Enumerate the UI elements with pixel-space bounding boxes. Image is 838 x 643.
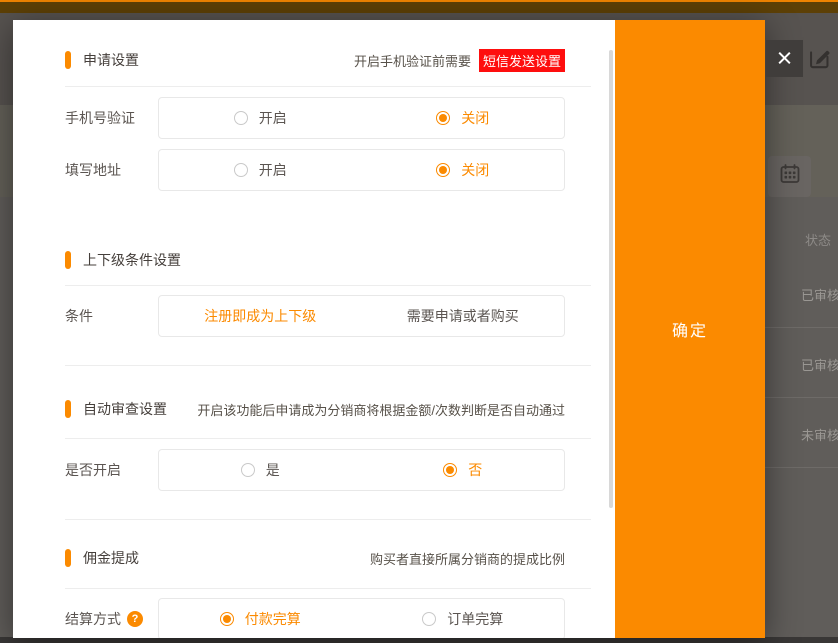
radio-selected-icon (436, 163, 450, 177)
radio-option-settle-on-payment[interactable]: 付款完算 (159, 599, 362, 638)
radio-option-on[interactable]: 开启 (159, 150, 362, 190)
help-icon[interactable]: ? (127, 611, 143, 627)
field-label: 手机号验证 (65, 108, 158, 128)
section-header-hierarchy-condition: 上下级条件设置 (65, 250, 565, 270)
radio-option-yes[interactable]: 是 (159, 450, 362, 490)
radio-icon (241, 463, 255, 477)
section-divider (65, 438, 591, 439)
field-label: 填写地址 (65, 160, 158, 180)
section-header-auto-review: 自动审查设置 开启该功能后申请成为分销商将根据金额/次数判断是否自动通过 (65, 399, 565, 419)
section-title: 上下级条件设置 (83, 250, 181, 270)
field-label: 条件 (65, 306, 158, 326)
option-label: 付款完算 (245, 609, 301, 629)
form-row-phone-verify: 手机号验证 开启 关闭 (65, 97, 565, 139)
field-label: 结算方式 (65, 609, 121, 629)
section-divider (65, 588, 591, 589)
form-row-fill-address: 填写地址 开启 关闭 (65, 149, 565, 191)
status-badge: 未审核 (801, 425, 838, 444)
scrollbar-thumb[interactable] (609, 50, 613, 508)
close-icon: × (777, 45, 793, 72)
background-header-strip (0, 2, 838, 13)
date-picker-button[interactable] (768, 156, 811, 197)
screen: 状态 :03 已审核 :31 已审核 :48 未审核 申请设置 开启手机验证前需… (0, 0, 838, 643)
radio-icon (422, 612, 436, 626)
option-label: 开启 (259, 108, 287, 128)
radio-selected-icon (220, 612, 234, 626)
section-marker-icon (65, 549, 71, 567)
form-row-auto-review-enable: 是否开启 是 否 (65, 449, 565, 491)
status-column-header: 状态 (805, 230, 831, 249)
option-label: 关闭 (461, 160, 489, 180)
edit-icon (806, 44, 833, 71)
calendar-icon (778, 162, 802, 191)
option-group-condition: 注册即成为上下级 需要申请或者购买 (158, 295, 565, 337)
radio-icon (234, 163, 248, 177)
section-note: 开启手机验证前需要 (354, 51, 471, 70)
radio-option-off[interactable]: 关闭 (362, 98, 565, 138)
form-row-settlement-method: 结算方式 ? 付款完算 订单完算 (65, 598, 565, 638)
confirm-button[interactable]: 确定 (615, 20, 765, 638)
form-row-condition: 条件 注册即成为上下级 需要申请或者购买 (65, 295, 565, 337)
section-divider (65, 285, 591, 286)
section-note: 购买者直接所属分销商的提成比例 (370, 549, 565, 568)
status-badge: 已审核 (801, 285, 838, 304)
radio-selected-icon (443, 463, 457, 477)
section-marker-icon (65, 251, 71, 269)
status-badge: 已审核 (801, 355, 838, 374)
field-label: 是否开启 (65, 460, 158, 480)
radio-option-on[interactable]: 开启 (159, 98, 362, 138)
settings-form: 申请设置 开启手机验证前需要 短信发送设置 手机号验证 开启 (13, 20, 615, 638)
option-label: 是 (266, 460, 280, 480)
section-title: 自动审查设置 (83, 399, 167, 419)
radio-group-fill-address: 开启 关闭 (158, 149, 565, 191)
radio-icon (234, 111, 248, 125)
option-label: 注册即成为上下级 (204, 306, 316, 326)
section-title: 申请设置 (83, 50, 139, 70)
radio-group-settlement: 付款完算 订单完算 (158, 598, 565, 638)
section-divider (65, 519, 591, 520)
option-label: 订单完算 (447, 609, 503, 629)
section-divider (65, 365, 591, 366)
radio-group-phone-verify: 开启 关闭 (158, 97, 565, 139)
section-marker-icon (65, 51, 71, 69)
section-note: 开启该功能后申请成为分销商将根据金额/次数判断是否自动通过 (197, 400, 565, 419)
close-button[interactable]: × (766, 40, 803, 77)
radio-group-auto-review: 是 否 (158, 449, 565, 491)
option-label: 开启 (259, 160, 287, 180)
option-register-becomes-hierarchy[interactable]: 注册即成为上下级 (159, 296, 362, 336)
option-label: 需要申请或者购买 (407, 306, 519, 326)
option-label: 否 (468, 460, 482, 480)
section-header-apply-settings: 申请设置 开启手机验证前需要 短信发送设置 (65, 50, 565, 70)
option-label: 关闭 (461, 108, 489, 128)
radio-selected-icon (436, 111, 450, 125)
section-header-commission: 佣金提成 购买者直接所属分销商的提成比例 (65, 548, 565, 568)
section-divider (65, 86, 591, 87)
option-need-apply-or-buy[interactable]: 需要申请或者购买 (362, 296, 565, 336)
section-marker-icon (65, 400, 71, 418)
distribution-settings-dialog: 申请设置 开启手机验证前需要 短信发送设置 手机号验证 开启 (13, 20, 765, 638)
radio-option-no[interactable]: 否 (362, 450, 565, 490)
radio-option-off[interactable]: 关闭 (362, 150, 565, 190)
section-title: 佣金提成 (83, 548, 139, 568)
sms-settings-link[interactable]: 短信发送设置 (479, 49, 565, 72)
radio-option-settle-on-order[interactable]: 订单完算 (362, 599, 565, 638)
